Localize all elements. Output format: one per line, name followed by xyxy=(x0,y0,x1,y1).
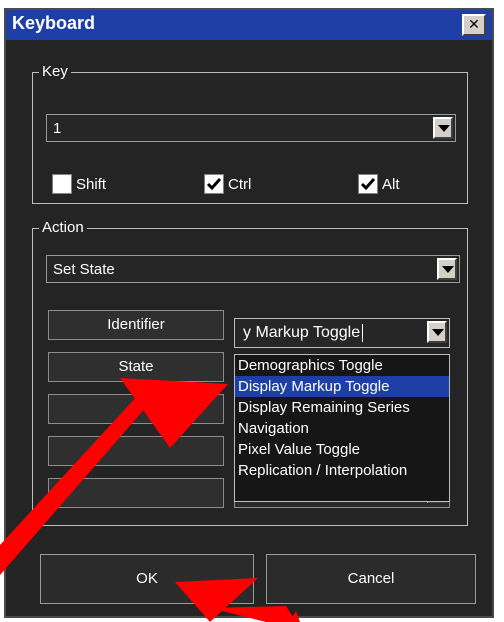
dropdown-item-navigation[interactable]: Navigation xyxy=(235,418,449,439)
identifier-button[interactable]: Identifier xyxy=(48,310,224,340)
keyboard-dialog: Keyboard ✕ Key 1 Shift Ctrl Alt Action S… xyxy=(4,8,494,618)
chevron-down-icon xyxy=(438,125,450,132)
action-select-dropdown-button[interactable] xyxy=(437,258,457,280)
checkmark-icon xyxy=(207,178,221,191)
shift-checkbox[interactable]: Shift xyxy=(52,174,106,194)
identifier-select-dropdown-button[interactable] xyxy=(427,321,447,343)
identifier-dropdown-list: Demographics Toggle Display Markup Toggl… xyxy=(234,354,450,502)
alt-checkbox[interactable]: Alt xyxy=(358,174,400,194)
key-select[interactable]: 1 xyxy=(46,114,456,142)
ok-button[interactable]: OK xyxy=(40,554,254,604)
dropdown-item-demographics-toggle[interactable]: Demographics Toggle xyxy=(235,355,449,376)
action-select[interactable]: Set State xyxy=(46,255,460,283)
parameter-button-5[interactable] xyxy=(48,478,224,508)
title-bar: Keyboard ✕ xyxy=(6,10,492,40)
dropdown-item-display-remaining-series[interactable]: Display Remaining Series xyxy=(235,397,449,418)
identifier-select-value: y Markup Toggle xyxy=(243,324,364,342)
chevron-down-icon xyxy=(442,266,454,273)
close-icon: ✕ xyxy=(468,17,480,33)
dropdown-item-display-markup-toggle[interactable]: Display Markup Toggle xyxy=(235,376,449,397)
text-caret xyxy=(362,324,364,342)
close-button[interactable]: ✕ xyxy=(462,14,486,36)
action-select-value: Set State xyxy=(53,261,115,278)
alt-checkbox-label: Alt xyxy=(382,175,400,193)
key-group-legend: Key xyxy=(39,63,71,80)
alt-checkbox-box[interactable] xyxy=(358,174,378,194)
checkmark-icon xyxy=(361,178,375,191)
parameter-button-3[interactable] xyxy=(48,394,224,424)
parameter-button-4[interactable] xyxy=(48,436,224,466)
ctrl-checkbox-box[interactable] xyxy=(204,174,224,194)
chevron-down-icon xyxy=(432,329,444,336)
ctrl-checkbox[interactable]: Ctrl xyxy=(204,174,251,194)
dropdown-item-replication-interpolation[interactable]: Replication / Interpolation xyxy=(235,460,449,481)
shift-checkbox-box[interactable] xyxy=(52,174,72,194)
cancel-button[interactable]: Cancel xyxy=(266,554,476,604)
dropdown-item-pixel-value-toggle[interactable]: Pixel Value Toggle xyxy=(235,439,449,460)
key-select-value: 1 xyxy=(53,120,62,137)
window-title: Keyboard xyxy=(12,13,96,33)
state-button[interactable]: State xyxy=(48,352,224,382)
ctrl-checkbox-label: Ctrl xyxy=(228,175,252,193)
key-select-dropdown-button[interactable] xyxy=(433,117,453,139)
identifier-select[interactable]: y Markup Toggle xyxy=(234,318,450,348)
action-group-legend: Action xyxy=(39,219,87,236)
shift-checkbox-label: Shift xyxy=(76,175,107,193)
